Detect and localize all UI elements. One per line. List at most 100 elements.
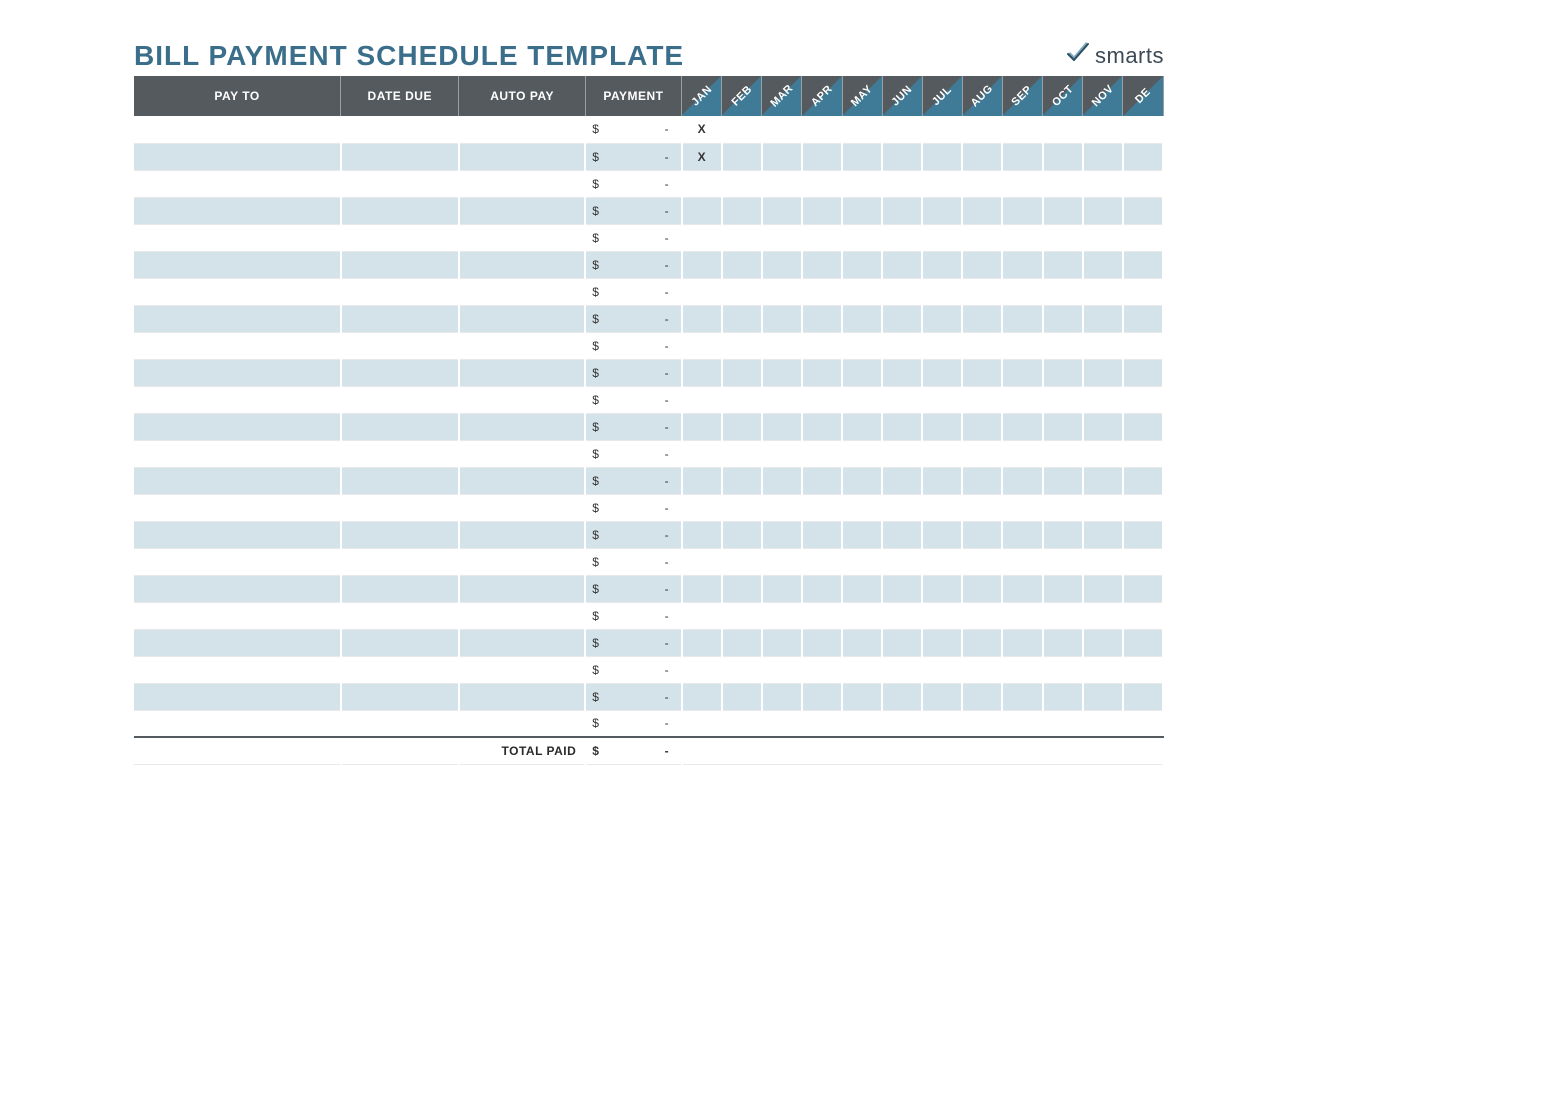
cell-month[interactable] [722, 656, 762, 683]
cell-pay-to[interactable] [134, 575, 341, 602]
cell-month[interactable] [922, 170, 962, 197]
cell-payment[interactable]: $- [585, 467, 681, 494]
cell-date-due[interactable] [341, 143, 459, 170]
cell-pay-to[interactable] [134, 332, 341, 359]
cell-month[interactable] [1123, 494, 1163, 521]
cell-payment[interactable]: $- [585, 602, 681, 629]
cell-month[interactable] [682, 467, 722, 494]
cell-month[interactable] [1083, 494, 1123, 521]
cell-month[interactable] [842, 197, 882, 224]
cell-month[interactable] [1043, 170, 1083, 197]
cell-month[interactable] [722, 359, 762, 386]
cell-month[interactable] [802, 575, 842, 602]
cell-date-due[interactable] [341, 413, 459, 440]
cell-auto-pay[interactable] [459, 359, 585, 386]
cell-month[interactable] [922, 440, 962, 467]
cell-date-due[interactable] [341, 602, 459, 629]
cell-month[interactable] [722, 548, 762, 575]
cell-month[interactable] [802, 143, 842, 170]
cell-month[interactable] [1123, 278, 1163, 305]
cell-month[interactable] [1083, 143, 1123, 170]
cell-month[interactable] [1043, 683, 1083, 710]
cell-month[interactable] [842, 440, 882, 467]
cell-date-due[interactable] [341, 197, 459, 224]
cell-payment[interactable]: $- [585, 332, 681, 359]
cell-month[interactable] [682, 278, 722, 305]
cell-pay-to[interactable] [134, 521, 341, 548]
cell-month[interactable] [762, 305, 802, 332]
cell-month[interactable] [722, 494, 762, 521]
cell-auto-pay[interactable] [459, 629, 585, 656]
cell-month[interactable] [1002, 278, 1042, 305]
cell-month[interactable] [1002, 494, 1042, 521]
cell-payment[interactable]: $- [585, 224, 681, 251]
cell-month[interactable] [1043, 251, 1083, 278]
cell-month[interactable] [1043, 278, 1083, 305]
cell-month[interactable] [762, 683, 802, 710]
cell-payment[interactable]: $- [585, 116, 681, 143]
cell-month[interactable] [722, 710, 762, 737]
cell-date-due[interactable] [341, 224, 459, 251]
cell-month[interactable] [762, 521, 802, 548]
cell-auto-pay[interactable] [459, 467, 585, 494]
cell-month[interactable] [1002, 332, 1042, 359]
cell-month[interactable] [802, 332, 842, 359]
cell-month[interactable] [1083, 116, 1123, 143]
cell-month[interactable] [882, 197, 922, 224]
cell-month[interactable] [842, 116, 882, 143]
cell-month[interactable] [802, 521, 842, 548]
cell-month[interactable] [962, 521, 1002, 548]
cell-month[interactable] [882, 143, 922, 170]
cell-month[interactable] [1083, 710, 1123, 737]
cell-pay-to[interactable] [134, 413, 341, 440]
cell-pay-to[interactable] [134, 251, 341, 278]
cell-month[interactable] [1083, 413, 1123, 440]
cell-month[interactable] [842, 413, 882, 440]
cell-month[interactable] [682, 629, 722, 656]
cell-month[interactable] [882, 494, 922, 521]
cell-date-due[interactable] [341, 575, 459, 602]
cell-date-due[interactable] [341, 116, 459, 143]
cell-month[interactable] [1123, 305, 1163, 332]
cell-month[interactable] [922, 251, 962, 278]
cell-month[interactable] [802, 116, 842, 143]
cell-month[interactable] [882, 521, 922, 548]
cell-auto-pay[interactable] [459, 683, 585, 710]
cell-month[interactable] [962, 575, 1002, 602]
cell-month[interactable] [1123, 143, 1163, 170]
cell-month[interactable] [762, 197, 802, 224]
cell-month[interactable] [962, 602, 1002, 629]
cell-month[interactable] [922, 197, 962, 224]
cell-month[interactable] [882, 413, 922, 440]
cell-month[interactable] [1083, 278, 1123, 305]
cell-payment[interactable]: $- [585, 305, 681, 332]
cell-month[interactable] [802, 197, 842, 224]
cell-month[interactable] [802, 251, 842, 278]
cell-month[interactable] [962, 305, 1002, 332]
cell-month[interactable] [882, 440, 922, 467]
cell-date-due[interactable] [341, 683, 459, 710]
cell-month[interactable] [842, 656, 882, 683]
cell-month[interactable] [762, 143, 802, 170]
cell-payment[interactable]: $- [585, 710, 681, 737]
cell-date-due[interactable] [341, 656, 459, 683]
cell-month[interactable] [1043, 710, 1083, 737]
cell-auto-pay[interactable] [459, 413, 585, 440]
cell-month[interactable] [1002, 224, 1042, 251]
cell-pay-to[interactable] [134, 143, 341, 170]
cell-month[interactable] [722, 467, 762, 494]
cell-month[interactable] [1123, 413, 1163, 440]
cell-month[interactable] [1043, 440, 1083, 467]
cell-month[interactable] [842, 305, 882, 332]
cell-pay-to[interactable] [134, 170, 341, 197]
cell-payment[interactable]: $- [585, 494, 681, 521]
cell-month[interactable] [1043, 413, 1083, 440]
cell-payment[interactable]: $- [585, 251, 681, 278]
cell-month[interactable] [802, 683, 842, 710]
cell-auto-pay[interactable] [459, 440, 585, 467]
cell-month[interactable] [962, 548, 1002, 575]
cell-month[interactable] [802, 629, 842, 656]
cell-month[interactable] [762, 548, 802, 575]
cell-month[interactable] [722, 413, 762, 440]
cell-month[interactable] [962, 629, 1002, 656]
